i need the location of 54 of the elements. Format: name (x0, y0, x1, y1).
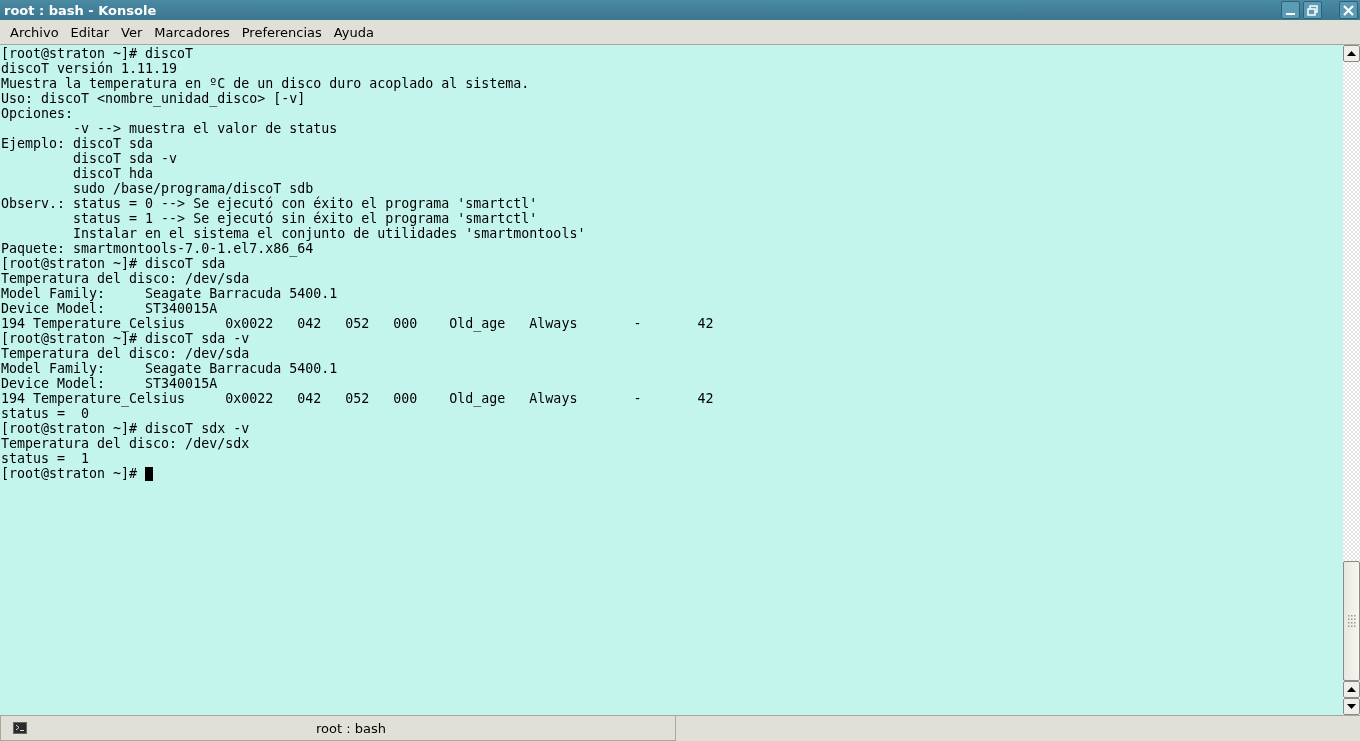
terminal-line: Temperatura del disco: /dev/sdx (1, 436, 251, 451)
minimize-button[interactable] (1281, 1, 1300, 19)
scroll-up-button[interactable] (1343, 681, 1360, 698)
terminal-line: 194 Temperature_Celsius 0x0022 042 052 000 Old_age Always - 42 (1, 391, 715, 406)
maximize-button[interactable] (1303, 1, 1322, 19)
close-icon (1343, 4, 1354, 16)
terminal-line: Model Family: Seagate Barracuda 5400.1 (1, 361, 339, 376)
up-arrow-icon (1347, 51, 1356, 56)
terminal-line: [root@straton ~]# discoT (1, 46, 195, 61)
scroll-thumb[interactable] (1343, 561, 1360, 681)
restore-icon (1307, 4, 1318, 16)
terminal-line: status = 0 (1, 406, 90, 421)
window-title: root : bash - Konsole (4, 2, 158, 18)
scroll-up-button[interactable] (1343, 45, 1360, 62)
close-button[interactable] (1339, 1, 1358, 19)
terminal-line: Ejemplo: discoT sda (1, 136, 155, 151)
terminal-line: Instalar en el sistema el conjunto de utilidades 'smartmontools' (72, 226, 587, 241)
terminal-line: [root@straton ~]# discoT sda (1, 256, 226, 271)
menu-item[interactable]: Preferencias (235, 24, 328, 40)
terminal-line: Device Model: ST340015A (1, 376, 219, 391)
terminal-line: -v --> muestra el valor de status (72, 121, 339, 136)
terminal-line: Model Family: Seagate Barracuda 5400.1 (1, 286, 339, 301)
terminal-line: discoT hda (72, 166, 155, 181)
terminal-line: Paquete: smartmontools-7.0-1.el7.x86_64 (1, 241, 315, 256)
terminal-line: [root@straton ~]# discoT sdx -v (1, 421, 251, 436)
terminal-line: 194 Temperature_Celsius 0x0022 042 052 000 Old_age Always - 42 (1, 316, 715, 331)
terminal-line: Device Model: ST340015A (1, 301, 219, 316)
terminal-icon (13, 722, 27, 734)
scroll-down-button[interactable] (1343, 698, 1360, 715)
terminal-line: discoT sda -v (72, 151, 179, 166)
terminal-line: Temperatura del disco: /dev/sda (1, 271, 251, 286)
minimize-icon (1286, 13, 1295, 15)
menu-item[interactable]: Editar (64, 24, 116, 40)
up-arrow-icon (1347, 687, 1356, 692)
menu-item[interactable]: Archivo (4, 24, 65, 40)
terminal-line: Opciones: (1, 106, 75, 121)
terminal-line: Uso: discoT <nombre_unidad_disco> [-v] (1, 91, 307, 106)
terminal-line: status = 1 --> Se ejecutó sin éxito el programa 'smartctl' (72, 211, 539, 226)
terminal-line: Temperatura del disco: /dev/sda (1, 346, 251, 361)
terminal-line: status = 1 (1, 451, 91, 466)
terminal-line: [root@straton ~]# discoT sda -v (1, 331, 251, 346)
menu-item[interactable]: Marcadores (148, 24, 236, 40)
terminal-line: [root@straton ~]# (1, 466, 138, 481)
terminal-line: Muestra la temperatura en ºC de un disco duro acoplado al sistema. (1, 76, 531, 91)
session-tab[interactable]: root : bash (0, 716, 676, 741)
grip-icon (1347, 614, 1356, 628)
terminal-line: Observ.: status = 0 --> Se ejecutó con éxito el programa 'smartctl' (1, 196, 539, 211)
menu-item[interactable]: Ayuda (327, 24, 380, 40)
text-cursor (145, 466, 154, 481)
terminal-line: discoT versión 1.11.19 (1, 61, 179, 76)
terminal-line: sudo /base/programa/discoT sdb (72, 181, 314, 196)
scrollbar[interactable] (1343, 45, 1360, 715)
down-arrow-icon (1347, 704, 1356, 709)
menu-item[interactable]: Ver (115, 24, 149, 40)
